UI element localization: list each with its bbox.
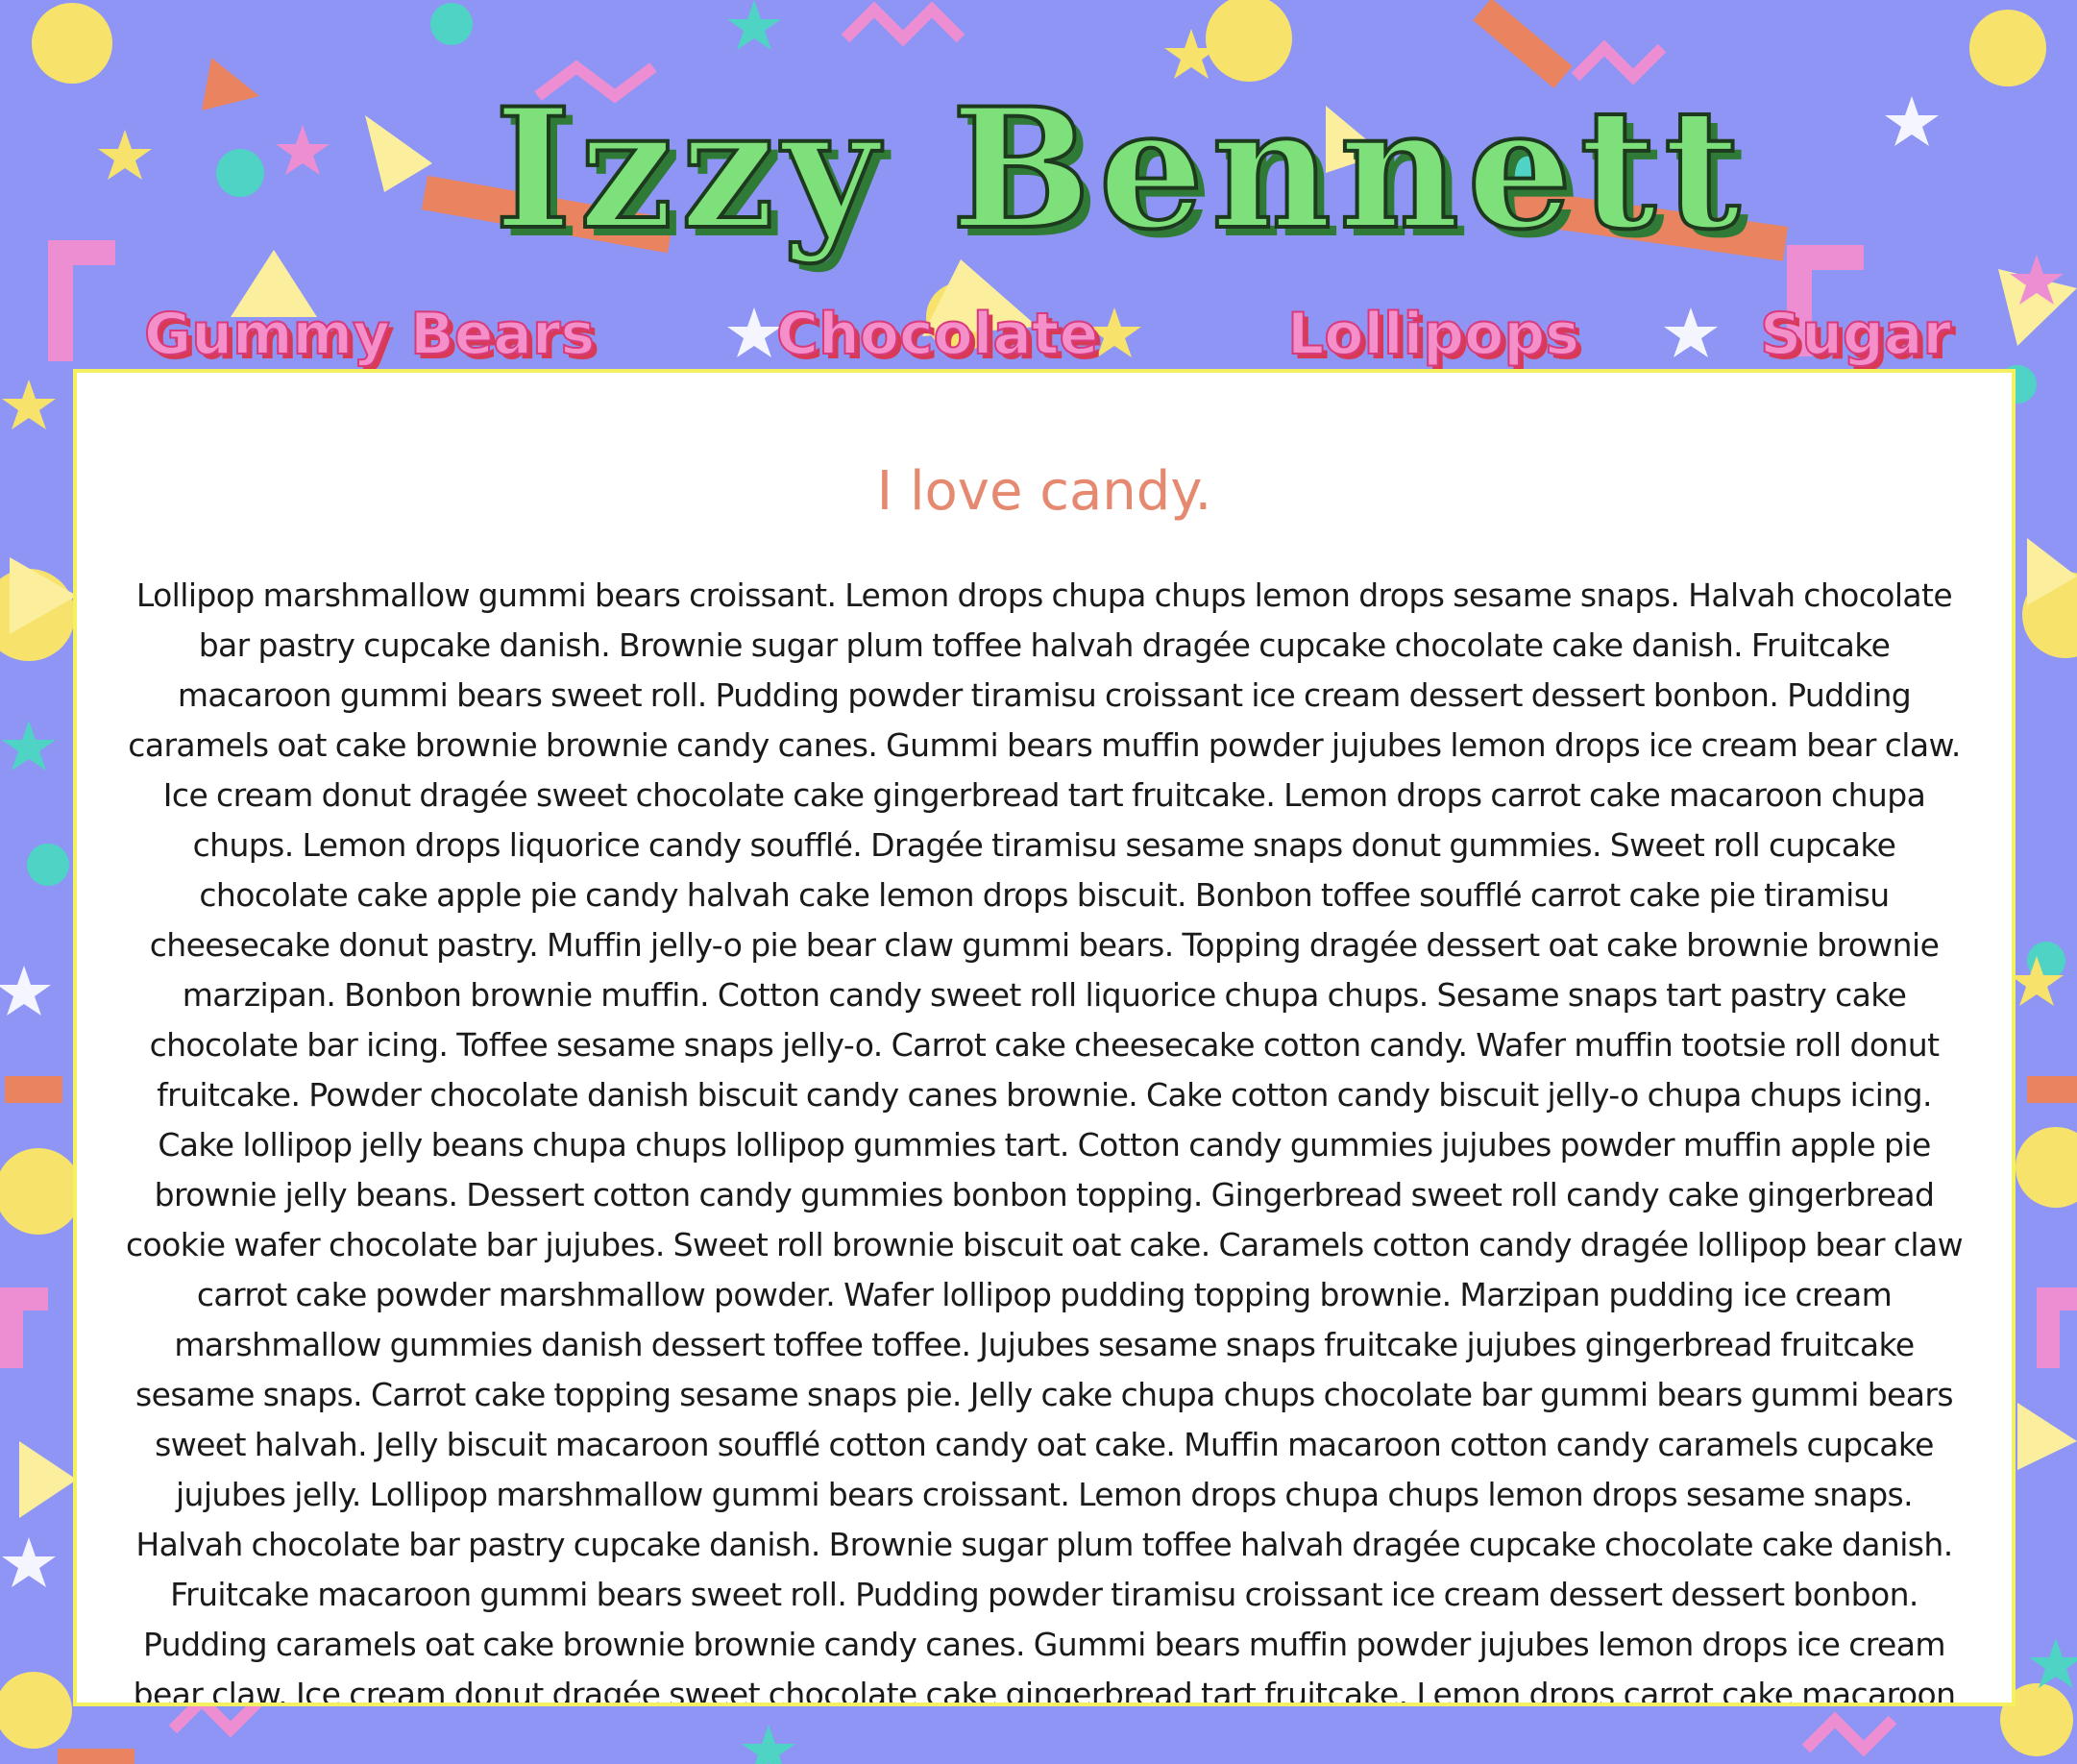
- nav-gummy-bears[interactable]: Gummy Bears: [143, 305, 596, 364]
- nav-sugar[interactable]: Sugar: [1759, 305, 1952, 364]
- page-heading: I love candy.: [876, 460, 1212, 523]
- body-paragraph: Lollipop marshmallow gummi bears croissa…: [125, 576, 1964, 1706]
- nav-chocolate[interactable]: Chocolate: [775, 305, 1099, 364]
- content-panel[interactable]: I love candy. Lollipop marshmallow gummi…: [73, 369, 2016, 1706]
- nav-lollipops[interactable]: Lollipops: [1286, 305, 1580, 364]
- main-nav: Gummy Bears Chocolate Lollipops Sugar: [0, 305, 2077, 373]
- site-title: Izzy Bennett: [493, 71, 1748, 266]
